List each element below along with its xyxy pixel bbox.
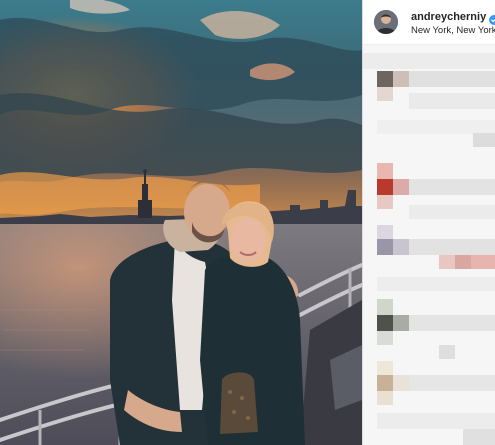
pixel-block: [409, 205, 495, 219]
pixel-block: [409, 93, 495, 109]
pixel-block: [409, 375, 495, 391]
pixel-block: [377, 163, 393, 179]
pixelated-comments-area: [363, 45, 495, 445]
pixel-block: [463, 429, 495, 445]
pixel-block: [409, 239, 495, 255]
author-avatar[interactable]: [374, 10, 398, 34]
pixel-block: [409, 179, 495, 195]
pixel-block: [393, 71, 409, 87]
avatar-image: [374, 10, 398, 34]
pixel-block: [377, 87, 393, 101]
pixel-block: [409, 315, 495, 331]
pixel-block: [377, 71, 393, 87]
pixel-block: [393, 239, 409, 255]
instagram-post: andreycherniy New York, New York: [0, 0, 495, 445]
pixel-block: [377, 413, 495, 429]
post-header: andreycherniy New York, New York: [363, 0, 495, 45]
verified-badge-icon: [489, 12, 495, 25]
pixel-block: [393, 315, 409, 331]
pixel-block: [455, 255, 471, 269]
pixel-block: [377, 315, 393, 331]
pixel-block: [409, 71, 495, 87]
pixel-block: [377, 277, 495, 291]
author-username[interactable]: andreycherniy: [411, 11, 486, 23]
pixel-block: [377, 195, 393, 209]
post-side-panel: andreycherniy New York, New York: [363, 0, 495, 445]
pixel-block: [473, 133, 495, 147]
pixel-block: [471, 255, 495, 269]
pixel-block: [439, 345, 455, 359]
pixel-block: [393, 375, 409, 391]
pixel-block: [377, 120, 495, 134]
pixel-block: [393, 179, 409, 195]
pixel-block: [377, 375, 393, 391]
pixel-block: [377, 331, 393, 345]
author-name-row: andreycherniy: [411, 10, 495, 25]
pixel-block: [439, 255, 455, 269]
post-location[interactable]: New York, New York: [411, 25, 495, 36]
pixel-block: [363, 53, 495, 69]
pixel-block: [377, 179, 393, 195]
pixel-block: [377, 239, 393, 255]
pixel-block: [377, 391, 393, 405]
post-photo-image: [0, 0, 362, 445]
pixel-block: [377, 299, 393, 315]
post-photo[interactable]: [0, 0, 362, 445]
